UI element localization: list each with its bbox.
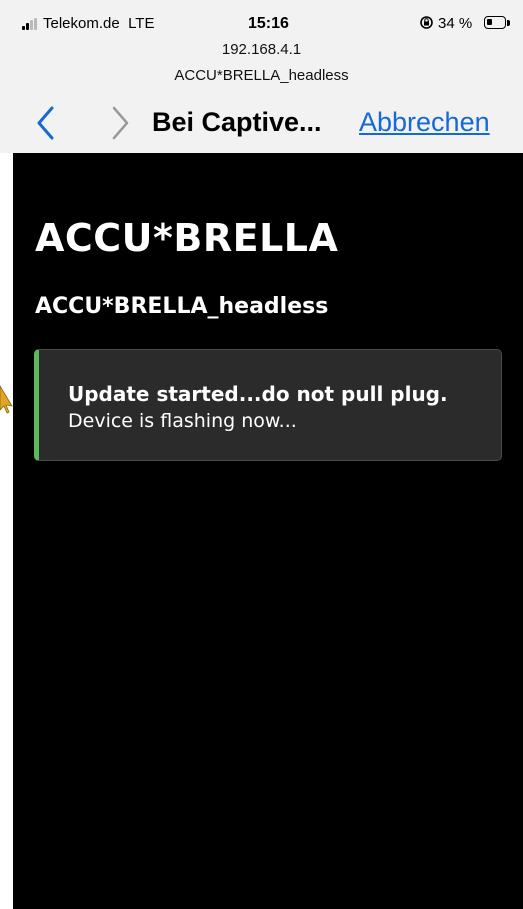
battery-nub	[507, 20, 510, 26]
web-content: ACCU*BRELLA ACCU*BRELLA_headless Update …	[13, 153, 523, 909]
carrier-network: Telekom.de LTE	[43, 15, 154, 32]
forward-button[interactable]	[102, 104, 136, 142]
url-label: 192.168.4.1	[221, 41, 302, 58]
back-button[interactable]	[30, 104, 64, 142]
battery-percent: 34 %	[438, 15, 473, 32]
rotation-lock-icon	[419, 15, 434, 34]
nav-bar: Bei Captive... Abbrechen	[0, 98, 523, 148]
page-subtitle: ACCU*BRELLA_headless	[35, 294, 329, 319]
cancel-button[interactable]: Abbrechen	[359, 107, 490, 138]
battery-icon	[484, 16, 506, 29]
alert-title: Update started...do not pull plug.	[68, 382, 448, 406]
status-bar: Telekom.de LTE 15:16 34 %	[0, 0, 523, 36]
chevron-right-icon	[112, 106, 129, 140]
clock: 15:16	[248, 15, 289, 32]
site-name: ACCU*BRELLA_headless	[174, 67, 349, 84]
pointer-arrow-icon	[0, 385, 13, 414]
alert-message: Device is flashing now...	[68, 410, 297, 432]
network-type: LTE	[128, 15, 155, 32]
page-title: ACCU*BRELLA	[35, 216, 339, 260]
page-title-nav: Bei Captive...	[152, 107, 322, 137]
captive-portal-header: 192.168.4.1 ACCU*BRELLA_headless Bei Cap…	[0, 36, 523, 153]
carrier-name: Telekom.de	[43, 15, 120, 32]
battery-fill	[487, 19, 492, 25]
update-alert: Update started...do not pull plug. Devic…	[34, 349, 502, 461]
signal-strength-icon	[22, 18, 42, 30]
chevron-left-icon	[37, 106, 54, 140]
